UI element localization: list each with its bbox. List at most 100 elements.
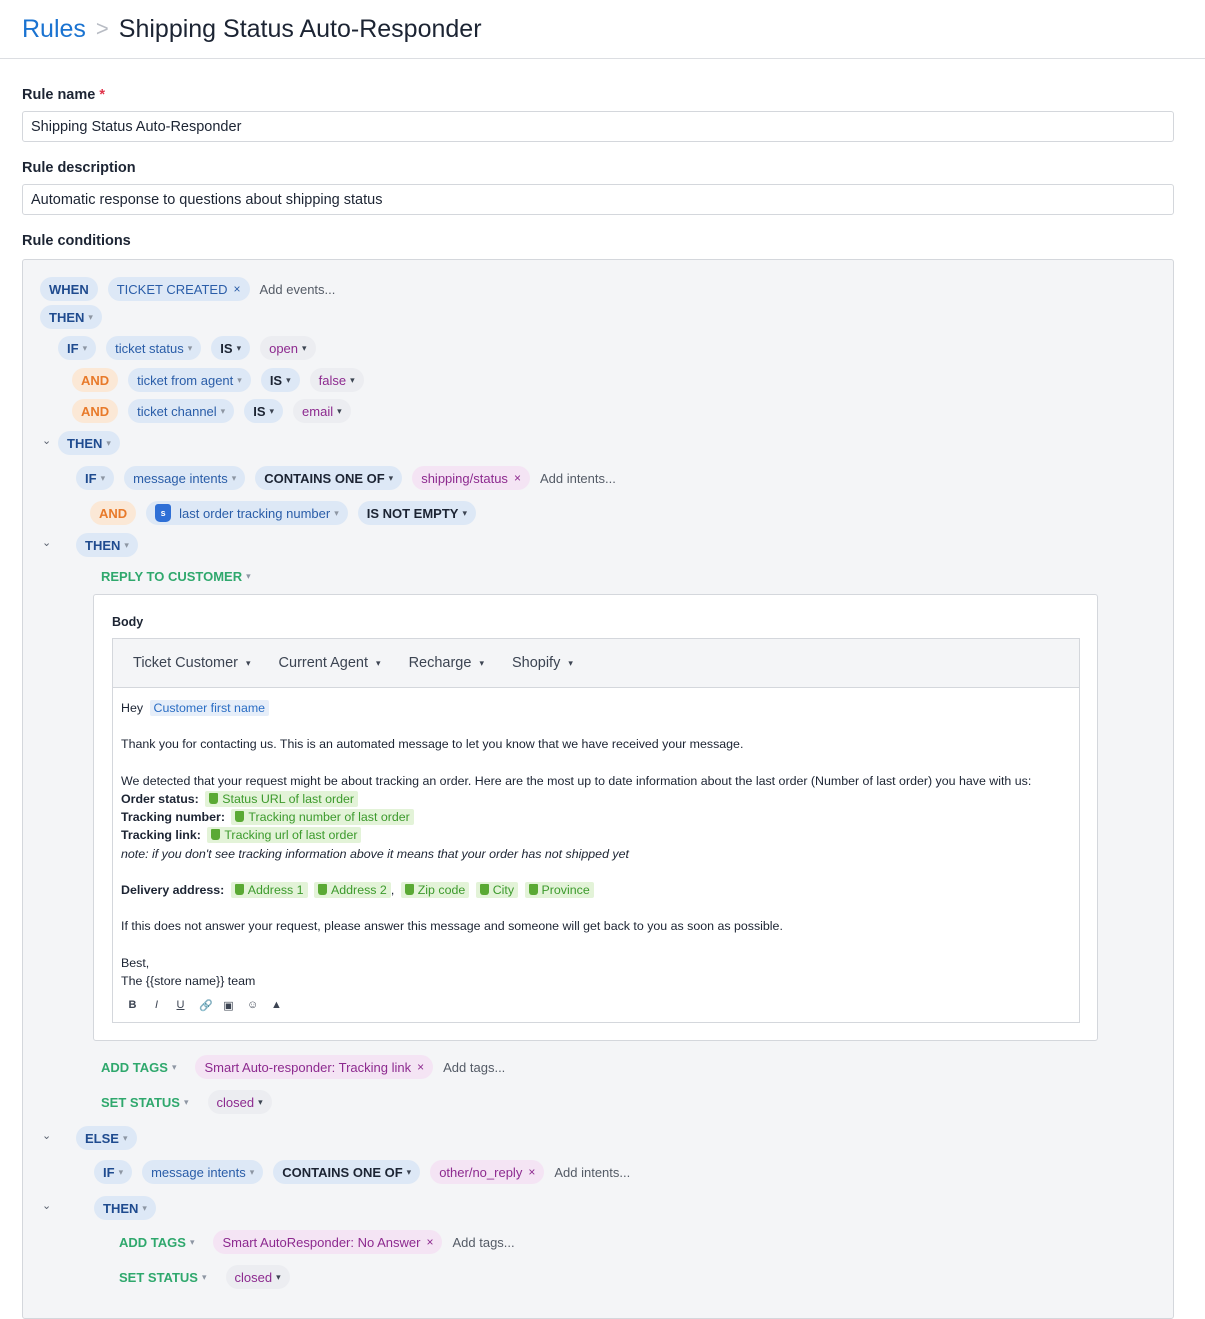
then-row-3: THEN ▾ — [76, 532, 148, 558]
intent-tag-other-no-reply[interactable]: other/no_reply × — [430, 1160, 545, 1184]
if-selector[interactable]: IF ▾ — [94, 1160, 133, 1184]
variable-tracking-number[interactable]: Tracking number of last order — [231, 809, 414, 826]
rule-description-input[interactable]: Automatic response to questions about sh… — [22, 184, 1174, 215]
variable-menu-ticket-customer[interactable]: Ticket Customer ▾ — [133, 655, 251, 671]
operator-selector[interactable]: IS ▾ — [244, 399, 284, 423]
rule-name-input[interactable]: Shipping Status Auto-Responder — [22, 111, 1174, 142]
add-events-input[interactable]: Add events... — [260, 282, 336, 297]
operator-selector-not-empty[interactable]: IS NOT EMPTY ▾ — [357, 501, 476, 525]
operator-selector[interactable]: IS ▾ — [260, 368, 300, 392]
caret-icon: ▾ — [236, 342, 242, 353]
then-selector[interactable]: THEN ▾ — [94, 1196, 156, 1220]
add-tags-action[interactable]: ADD TAGS ▾ — [101, 1055, 185, 1079]
caret-icon: ▾ — [337, 405, 342, 416]
and-keyword: AND — [90, 501, 137, 525]
reply-to-customer-action[interactable]: REPLY TO CUSTOMER ▾ — [101, 564, 260, 588]
then-selector[interactable]: THEN ▾ — [58, 431, 120, 455]
italic-icon[interactable]: I — [151, 999, 162, 1012]
image-icon[interactable]: ▣ — [223, 999, 234, 1012]
remove-intent-icon[interactable]: × — [528, 1165, 535, 1179]
caret-icon: ▾ — [100, 472, 106, 483]
if-selector[interactable]: IF ▾ — [58, 336, 97, 360]
add-tags-input[interactable]: Add tags... — [452, 1235, 514, 1250]
variable-menu-recharge[interactable]: Recharge ▾ — [409, 655, 484, 671]
collapse-chevron-icon[interactable]: ⌄ — [42, 1199, 51, 1212]
operator-selector[interactable]: IS ▾ — [211, 336, 251, 360]
variable-address-1[interactable]: Address 1 — [230, 881, 308, 898]
then-selector[interactable]: THEN ▾ — [40, 305, 102, 329]
detected-line: We detected that your request might be a… — [121, 773, 1032, 788]
bold-icon[interactable]: B — [127, 999, 138, 1012]
if-selector[interactable]: IF ▾ — [76, 466, 115, 490]
tag-no-answer[interactable]: Smart AutoResponder: No Answer × — [213, 1230, 443, 1254]
field-selector-ticket-channel[interactable]: ticket channel ▾ — [128, 399, 235, 423]
caret-icon: ▾ — [269, 405, 275, 416]
field-selector-ticket-status[interactable]: ticket status ▾ — [106, 336, 202, 360]
breadcrumb-rules-link[interactable]: Rules — [22, 15, 86, 44]
variable-zip-code[interactable]: Zip code — [400, 881, 470, 898]
variable-tracking-url[interactable]: Tracking url of last order — [207, 827, 362, 844]
set-status-action[interactable]: SET STATUS ▾ — [119, 1265, 216, 1289]
page-header: Rules > Shipping Status Auto-Responder — [0, 0, 1205, 59]
add-intents-input[interactable]: Add intents... — [540, 471, 616, 486]
collapse-chevron-icon[interactable]: ⌄ — [42, 434, 51, 447]
shopify-insert-icon[interactable]: ▲ — [271, 999, 282, 1012]
underline-icon[interactable]: U — [175, 999, 186, 1012]
add-tags-input[interactable]: Add tags... — [443, 1060, 505, 1075]
set-status-action[interactable]: SET STATUS ▾ — [101, 1090, 198, 1114]
remove-event-icon[interactable]: × — [233, 282, 240, 296]
caret-icon: ▾ — [246, 570, 251, 581]
field-selector-tracking-number[interactable]: s last order tracking number ▾ — [146, 501, 348, 525]
operator-selector-contains[interactable]: CONTAINS ONE OF ▾ — [273, 1160, 421, 1184]
shopify-icon: s — [155, 504, 172, 522]
remove-tag-icon[interactable]: × — [417, 1060, 424, 1074]
field-selector-ticket-from-agent[interactable]: ticket from agent ▾ — [128, 368, 251, 392]
status-selector-closed[interactable]: closed ▾ — [207, 1090, 272, 1114]
event-tag[interactable]: TICKET CREATED × — [107, 277, 250, 301]
variable-province[interactable]: Province — [524, 881, 594, 898]
field-selector-message-intents[interactable]: message intents ▾ — [124, 466, 246, 490]
caret-icon: ▾ — [82, 342, 88, 353]
remove-tag-icon[interactable]: × — [426, 1235, 433, 1249]
variable-menu-current-agent[interactable]: Current Agent ▾ — [279, 655, 381, 671]
variable-menu-shopify[interactable]: Shopify ▾ — [512, 655, 573, 671]
condition-row-2: AND ticket from agent ▾ IS ▾ false ▾ — [72, 367, 374, 393]
comma-text: , — [390, 882, 395, 897]
message-editor[interactable]: Ticket Customer ▾ Current Agent ▾ Recharge… — [112, 638, 1080, 1023]
value-selector-false[interactable]: false ▾ — [309, 368, 364, 392]
intent-condition-row: IF ▾ message intents ▾ CONTAINS ONE OF ▾ sh… — [76, 465, 626, 491]
variable-city[interactable]: City — [475, 881, 519, 898]
collapse-chevron-icon[interactable]: ⌄ — [42, 1129, 51, 1142]
then-selector[interactable]: THEN ▾ — [76, 533, 138, 557]
then-row-4: THEN ▾ — [94, 1195, 166, 1221]
variable-customer-first-name[interactable]: Customer first name — [149, 700, 270, 716]
add-intents-input[interactable]: Add intents... — [554, 1165, 630, 1180]
collapse-chevron-icon[interactable]: ⌄ — [42, 536, 51, 549]
message-body[interactable]: Hey Customer first name Thank you for co… — [121, 699, 1031, 990]
value-selector-email[interactable]: email ▾ — [293, 399, 351, 423]
intent-tag-shipping-status[interactable]: shipping/status × — [412, 466, 530, 490]
variable-status-url[interactable]: Status URL of last order — [205, 790, 359, 807]
emoji-icon[interactable]: ☺ — [247, 999, 258, 1012]
caret-icon: ▾ — [568, 657, 573, 668]
sign-off-team: The {{store name}} team — [121, 973, 256, 988]
link-icon[interactable]: 🔗 — [199, 999, 213, 1012]
caret-icon: ▾ — [479, 657, 484, 668]
caret-icon: ▾ — [302, 342, 307, 353]
value-selector-open[interactable]: open ▾ — [260, 336, 316, 360]
caret-icon: ▾ — [231, 472, 237, 483]
status-selector-closed[interactable]: closed ▾ — [225, 1265, 290, 1289]
else-selector[interactable]: ELSE ▾ — [76, 1126, 137, 1150]
then-row-2: THEN ▾ — [58, 430, 130, 456]
else-row: ELSE ▾ — [76, 1125, 147, 1151]
remove-intent-icon[interactable]: × — [514, 471, 521, 485]
tag-tracking-link[interactable]: Smart Auto-responder: Tracking link × — [195, 1055, 434, 1079]
field-selector-message-intents[interactable]: message intents ▾ — [142, 1160, 264, 1184]
set-status-row-1: SET STATUS ▾ closed ▾ — [101, 1089, 282, 1115]
variable-address-2[interactable]: Address 2 — [314, 881, 391, 898]
reply-action-row: REPLY TO CUSTOMER ▾ — [101, 563, 270, 589]
sign-off-best: Best, — [121, 955, 150, 970]
operator-selector-contains[interactable]: CONTAINS ONE OF ▾ — [255, 466, 403, 490]
delivery-address-label: Delivery address: — [121, 882, 225, 897]
add-tags-action[interactable]: ADD TAGS ▾ — [119, 1230, 203, 1254]
